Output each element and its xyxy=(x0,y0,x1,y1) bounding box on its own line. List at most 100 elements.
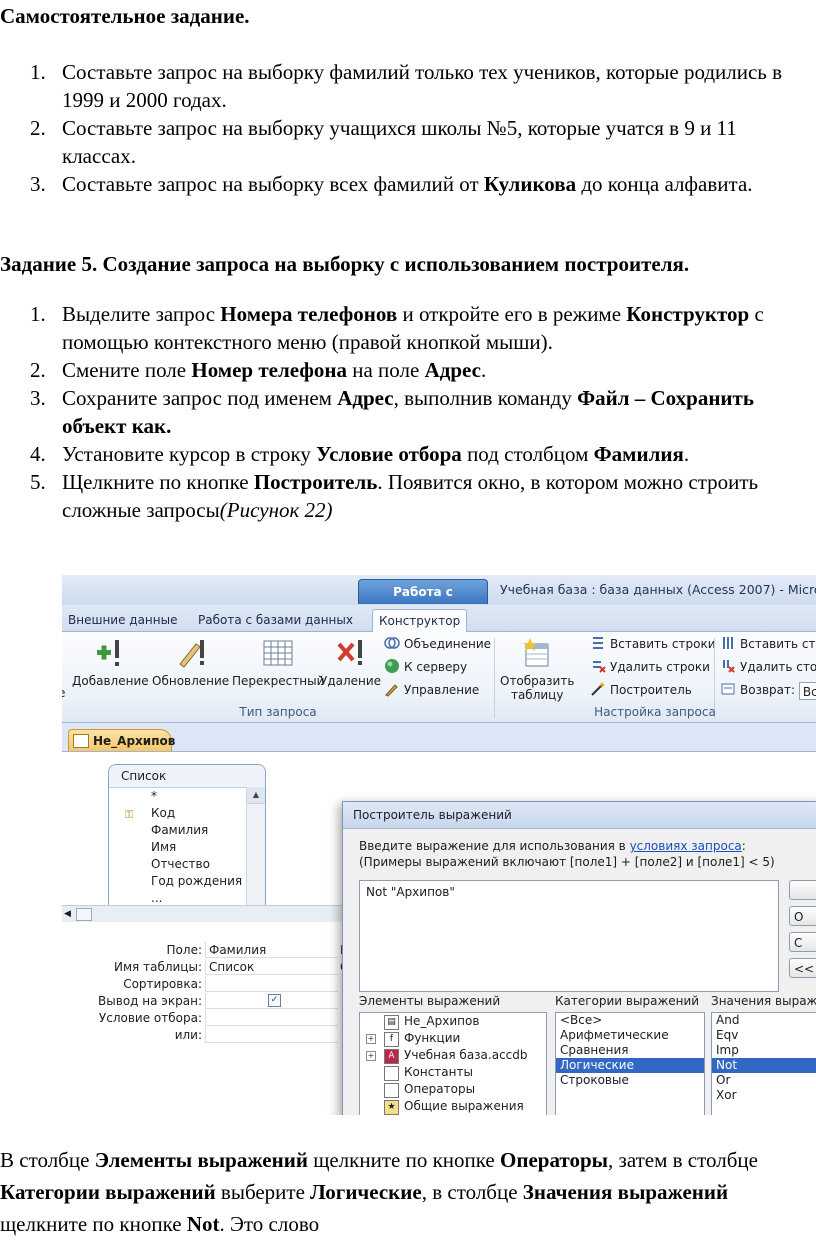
tab-database-tools[interactable]: Работа с базами данных xyxy=(192,609,359,631)
item-bold: Куликова xyxy=(483,172,577,196)
tree-item[interactable]: Константы xyxy=(360,1064,546,1081)
expression-builder-dialog: Построитель выражений Введите выражение … xyxy=(342,801,816,1115)
delete-button[interactable]: Удаление xyxy=(320,636,381,688)
grid-cell[interactable] xyxy=(205,976,338,992)
delete-rows-button[interactable]: Удалить строки xyxy=(590,657,710,677)
grid-label: Вывод на экран: xyxy=(98,994,202,1008)
grid-row-field: Поле:ФамилияИ xyxy=(62,942,349,958)
grid-cell[interactable] xyxy=(205,1010,338,1026)
tree-item[interactable]: ★ Общие выражения xyxy=(360,1098,546,1115)
less-button[interactable]: << xyxy=(789,958,816,978)
list-item[interactable]: And xyxy=(712,1013,816,1028)
scroll-thumb[interactable] xyxy=(76,908,92,921)
object-tab-query[interactable]: Не_Архипов xyxy=(68,729,176,751)
pass-through-button[interactable]: К серверу xyxy=(384,657,467,677)
para-bold: Категории выражений xyxy=(0,1180,216,1204)
data-definition-label: Управление xyxy=(404,683,480,697)
para-bold: Not xyxy=(186,1212,220,1236)
list-item-selected[interactable]: Логические xyxy=(556,1058,704,1073)
field-item[interactable]: ⚿ Код xyxy=(109,805,265,822)
database-icon: A xyxy=(384,1049,399,1064)
item-number: 1. xyxy=(30,302,46,326)
grid-cell[interactable] xyxy=(205,1027,338,1043)
tab-external-data[interactable]: Внешние данные xyxy=(62,609,183,631)
builder-button[interactable]: Построитель xyxy=(590,680,692,700)
data-definition-button[interactable]: Управление xyxy=(384,680,479,700)
scroll-left-icon[interactable]: ◀ xyxy=(64,907,71,921)
list-item[interactable]: Строковые xyxy=(556,1073,704,1088)
tree-item[interactable]: ▤ Не_Архипов xyxy=(360,1013,546,1030)
list-item[interactable]: Imp xyxy=(712,1043,816,1058)
list-item[interactable]: Eqv xyxy=(712,1028,816,1043)
criteria-link[interactable]: условиях запроса xyxy=(630,839,742,853)
list-item-selected[interactable]: Not xyxy=(712,1058,816,1073)
insert-columns-button[interactable]: Вставить сто xyxy=(720,634,816,654)
grid-cell[interactable]: Фамилия xyxy=(205,942,338,958)
pass-through-label: К серверу xyxy=(404,660,468,674)
return-combo[interactable]: Вс xyxy=(798,681,816,700)
key-icon: ⚿ xyxy=(125,808,134,821)
expand-icon[interactable]: + xyxy=(366,1051,376,1061)
expand-icon[interactable]: + xyxy=(366,1034,376,1044)
item-text: Выделите запрос xyxy=(62,302,221,326)
item-number: 3. xyxy=(30,386,46,410)
insert-rows-label: Вставить строки xyxy=(610,637,716,651)
insert-rows-icon xyxy=(593,637,603,649)
tree-item[interactable]: + f Функции xyxy=(360,1030,546,1047)
show-checkbox[interactable]: ✓ xyxy=(268,994,281,1007)
title-bar: Работа с запросами Учебная база : база д… xyxy=(62,575,816,623)
star-icon: ★ xyxy=(384,1100,399,1115)
list-item[interactable]: Сравнения xyxy=(556,1043,704,1058)
help-button[interactable]: С xyxy=(789,932,816,952)
list-item[interactable]: <Все> xyxy=(556,1013,704,1028)
delete-columns-icon xyxy=(723,660,735,673)
item-text: на поле xyxy=(346,358,425,382)
tab-design[interactable]: Конструктор xyxy=(372,609,468,633)
field-item[interactable]: Фамилия xyxy=(109,822,265,839)
item-text: Щелкните по кнопке xyxy=(62,470,254,494)
grid-row-table: Имя таблицы:СписокС xyxy=(62,959,348,975)
intro-text: Введите выражение для использования в xyxy=(359,839,630,853)
show-table-button[interactable]: Отобразить таблицу xyxy=(500,636,574,702)
list-item[interactable]: Xor xyxy=(712,1088,816,1103)
section1-heading: Самостоятельное задание. xyxy=(0,4,250,28)
update-button[interactable]: Обновление xyxy=(152,636,229,688)
scroll-up-icon[interactable]: ▲ xyxy=(247,787,265,804)
list-item[interactable]: Or xyxy=(712,1073,816,1088)
query-icon: ▤ xyxy=(384,1015,399,1030)
field-item[interactable]: * xyxy=(109,788,265,805)
function-icon: f xyxy=(384,1032,399,1047)
crosstab-button[interactable]: Перекрестный xyxy=(232,636,324,688)
field-list-scrollbar[interactable]: ▲ xyxy=(246,787,265,905)
return-label: Возврат: xyxy=(740,683,796,697)
list-item[interactable]: Арифметические xyxy=(556,1028,704,1043)
tree-item[interactable]: Операторы xyxy=(360,1081,546,1098)
union-button[interactable]: Объединение xyxy=(384,634,491,654)
field-item[interactable]: ... xyxy=(109,890,265,905)
grid-row-show: Вывод на экран: ✓ xyxy=(62,993,347,1009)
tree-item[interactable]: + A Учебная база.accdb xyxy=(360,1047,546,1064)
ok-button[interactable] xyxy=(789,880,816,900)
insert-rows-button[interactable]: Вставить строки xyxy=(590,634,716,654)
grid-cell[interactable]: Список xyxy=(205,959,338,975)
grid-label: Имя таблицы: xyxy=(114,960,202,974)
horizontal-scrollbar[interactable]: ◀ xyxy=(62,905,347,922)
grid-label: Условие отбора: xyxy=(98,1011,202,1025)
field-item[interactable]: Имя xyxy=(109,839,265,856)
union-icon xyxy=(384,637,400,649)
cancel-button[interactable]: О xyxy=(789,906,816,926)
delete-columns-button[interactable]: Удалить стол xyxy=(720,657,816,677)
field-item[interactable]: Отчество xyxy=(109,856,265,873)
section1-list: 1. Составьте запрос на выборку фамилий то… xyxy=(0,58,816,198)
item-bold: Условие отбора xyxy=(316,442,462,466)
item-text: . xyxy=(683,442,690,466)
update-label: Обновление xyxy=(152,674,230,688)
show-table-label-2: таблицу xyxy=(510,688,564,702)
context-tab-query-tools[interactable]: Работа с запросами xyxy=(358,579,488,623)
object-tab-label: Не_Архипов xyxy=(93,734,176,748)
field-item[interactable]: Год рождения xyxy=(109,873,265,890)
expression-input[interactable]: Not "Архипов" xyxy=(359,880,779,992)
append-button[interactable]: Добавление xyxy=(72,636,149,688)
examples-text: (Примеры выражений включают [поле1] + [п… xyxy=(359,855,775,869)
return-control[interactable]: Возврат: Вс xyxy=(720,680,816,700)
